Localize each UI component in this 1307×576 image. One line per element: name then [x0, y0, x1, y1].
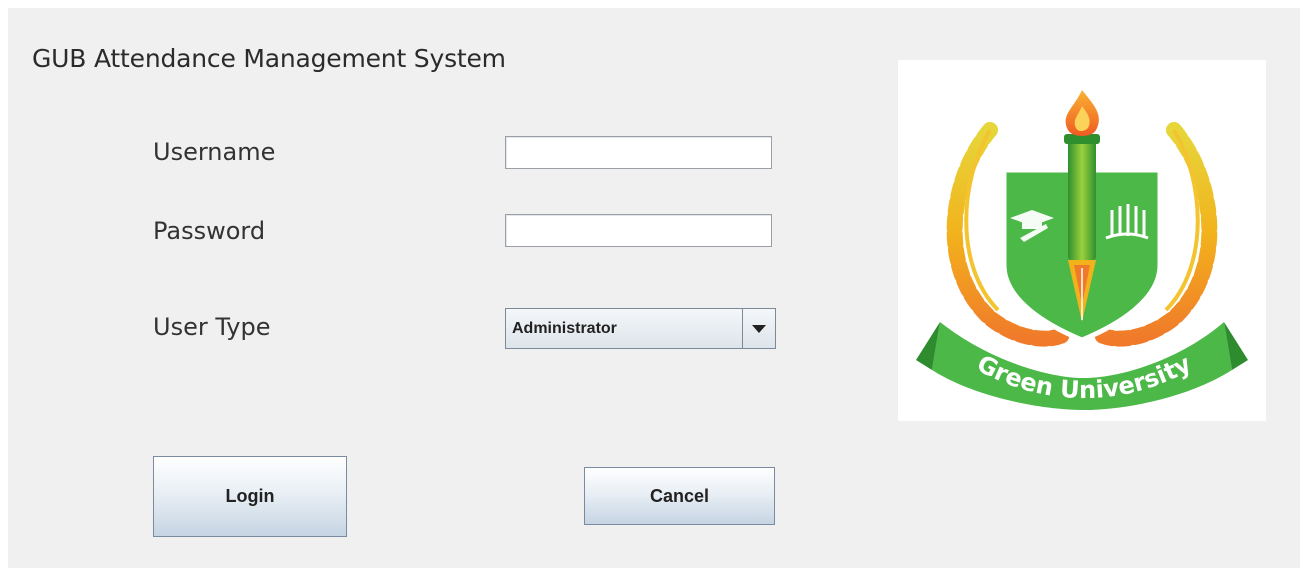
- password-label: Password: [153, 217, 266, 245]
- university-logo: Green University: [898, 60, 1266, 421]
- password-input[interactable]: [505, 214, 772, 247]
- login-window: GUB Attendance Management System Usernam…: [8, 8, 1300, 568]
- user-type-select[interactable]: Administrator: [505, 308, 776, 349]
- username-input[interactable]: [505, 136, 772, 169]
- login-button[interactable]: Login: [153, 456, 347, 537]
- chevron-down-icon: [752, 324, 766, 333]
- username-label: Username: [153, 138, 276, 166]
- user-type-label: User Type: [153, 313, 271, 341]
- user-type-selected-value: Administrator: [512, 319, 617, 337]
- green-university-logo-icon: Green University: [916, 90, 1248, 410]
- dropdown-toggle[interactable]: [742, 309, 775, 348]
- window-title: GUB Attendance Management System: [32, 44, 506, 73]
- cancel-button[interactable]: Cancel: [584, 467, 775, 525]
